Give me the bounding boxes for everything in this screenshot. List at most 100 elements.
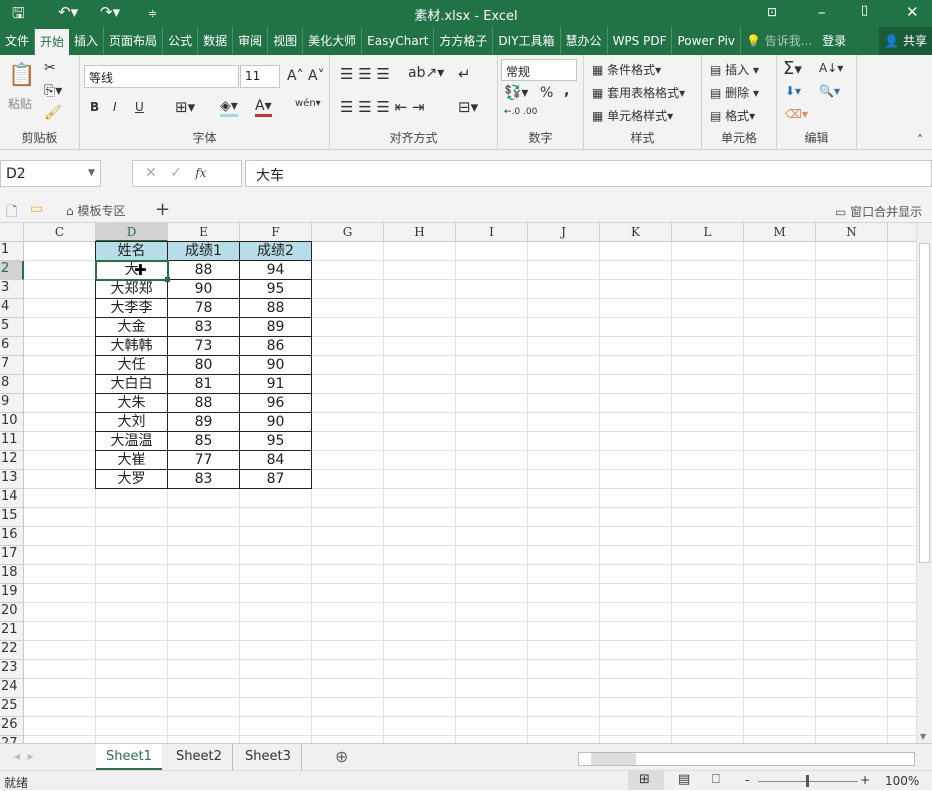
cell-O23[interactable]	[888, 660, 916, 679]
percent-button[interactable]: %	[540, 85, 553, 101]
grow-font-icon[interactable]: A˄ A˅	[287, 68, 325, 84]
cell-F24[interactable]	[240, 679, 312, 698]
cell-H27[interactable]	[384, 736, 456, 743]
cell-O24[interactable]	[888, 679, 916, 698]
cell-D14[interactable]	[96, 489, 168, 508]
cell-N16[interactable]	[816, 527, 888, 546]
cell-J13[interactable]	[528, 470, 600, 489]
cell-N13[interactable]	[816, 470, 888, 489]
cell-C18[interactable]	[24, 565, 96, 584]
cell-D4[interactable]: 大李李	[95, 298, 168, 318]
cell-J21[interactable]	[528, 622, 600, 641]
cell-O11[interactable]	[888, 432, 916, 451]
cell-C8[interactable]	[24, 375, 96, 394]
cell-K12[interactable]	[600, 451, 672, 470]
cell-H9[interactable]	[384, 394, 456, 413]
name-box-dropdown-icon[interactable]: ▼	[88, 168, 95, 178]
cell-I1[interactable]	[456, 242, 528, 261]
row-header-20[interactable]: 20	[0, 603, 24, 622]
row-header-7[interactable]: 7	[0, 356, 24, 375]
cell-C24[interactable]	[24, 679, 96, 698]
tab-11[interactable]: DIY工具箱	[493, 27, 561, 55]
cell-O20[interactable]	[888, 603, 916, 622]
cell-L20[interactable]	[672, 603, 744, 622]
cell-N14[interactable]	[816, 489, 888, 508]
cell-E8[interactable]: 81	[167, 374, 240, 394]
cell-K17[interactable]	[600, 546, 672, 565]
cell-N24[interactable]	[816, 679, 888, 698]
cell-H20[interactable]	[384, 603, 456, 622]
fill-icon[interactable]: ⬇▾	[785, 84, 801, 98]
tab-4[interactable]: 公式	[163, 27, 199, 55]
row-header-27[interactable]: 27	[0, 736, 24, 743]
cell-J17[interactable]	[528, 546, 600, 565]
cell-H24[interactable]	[384, 679, 456, 698]
cell-I9[interactable]	[456, 394, 528, 413]
row-header-8[interactable]: 8	[0, 375, 24, 394]
row-header-11[interactable]: 11	[0, 432, 24, 451]
phonetic-icon[interactable]: wén▾	[295, 98, 321, 109]
row-header-23[interactable]: 23	[0, 660, 24, 679]
row-header-19[interactable]: 19	[0, 584, 24, 603]
cell-N6[interactable]	[816, 337, 888, 356]
cell-H1[interactable]	[384, 242, 456, 261]
cell-O26[interactable]	[888, 717, 916, 736]
cell-O1[interactable]	[888, 242, 916, 261]
cell-F21[interactable]	[240, 622, 312, 641]
page-break-view-icon[interactable]: ⎕	[712, 772, 720, 787]
cell-L15[interactable]	[672, 508, 744, 527]
cell-C21[interactable]	[24, 622, 96, 641]
selected-cell-D2[interactable]	[95, 260, 169, 281]
column-header-E[interactable]: E	[168, 223, 240, 242]
cell-I20[interactable]	[456, 603, 528, 622]
cell-C4[interactable]	[24, 299, 96, 318]
cell-K11[interactable]	[600, 432, 672, 451]
minimize-icon[interactable]: –	[818, 3, 826, 21]
cell-J1[interactable]	[528, 242, 600, 261]
cell-M24[interactable]	[744, 679, 816, 698]
cell-E15[interactable]	[168, 508, 240, 527]
paste-button[interactable]: 粘贴	[8, 95, 32, 112]
cell-L26[interactable]	[672, 717, 744, 736]
cell-K7[interactable]	[600, 356, 672, 375]
row-header-14[interactable]: 14	[0, 489, 24, 508]
cell-N5[interactable]	[816, 318, 888, 337]
cell-K8[interactable]	[600, 375, 672, 394]
cell-D21[interactable]	[96, 622, 168, 641]
page-layout-view-icon[interactable]: ▤	[678, 772, 690, 787]
column-header-K[interactable]: K	[600, 223, 672, 242]
cell-F27[interactable]	[240, 736, 312, 743]
merge-icon[interactable]: ⊟▾	[458, 98, 478, 116]
cell-H19[interactable]	[384, 584, 456, 603]
cell-I10[interactable]	[456, 413, 528, 432]
cell-G3[interactable]	[312, 280, 384, 299]
collapse-ribbon-icon[interactable]: ˄	[917, 133, 923, 147]
row-header-3[interactable]: 3	[0, 280, 24, 299]
cell-C22[interactable]	[24, 641, 96, 660]
cell-L16[interactable]	[672, 527, 744, 546]
cell-G15[interactable]	[312, 508, 384, 527]
cell-C26[interactable]	[24, 717, 96, 736]
tab-2[interactable]: 插入	[69, 27, 105, 55]
cell-D11[interactable]: 大温温	[95, 431, 168, 451]
tell-me-search[interactable]: 💡 告诉我...	[741, 27, 817, 55]
cell-I17[interactable]	[456, 546, 528, 565]
cell-D22[interactable]	[96, 641, 168, 660]
cell-C27[interactable]	[24, 736, 96, 743]
cut-icon[interactable]: ✂	[44, 60, 56, 76]
cell-E9[interactable]: 88	[167, 393, 240, 413]
column-header-J[interactable]: J	[528, 223, 600, 242]
cell-M8[interactable]	[744, 375, 816, 394]
underline-button[interactable]: U	[135, 100, 144, 114]
cell-D13[interactable]: 大罗	[95, 469, 168, 489]
merge-windows-button[interactable]: ▭ 窗口合并显示	[835, 203, 922, 220]
fill-handle[interactable]	[165, 277, 170, 282]
cell-K5[interactable]	[600, 318, 672, 337]
cell-C3[interactable]	[24, 280, 96, 299]
cell-G11[interactable]	[312, 432, 384, 451]
cell-M23[interactable]	[744, 660, 816, 679]
open-folder-icon[interactable]: ▭	[30, 201, 43, 217]
cell-N17[interactable]	[816, 546, 888, 565]
cell-L8[interactable]	[672, 375, 744, 394]
cell-H25[interactable]	[384, 698, 456, 717]
